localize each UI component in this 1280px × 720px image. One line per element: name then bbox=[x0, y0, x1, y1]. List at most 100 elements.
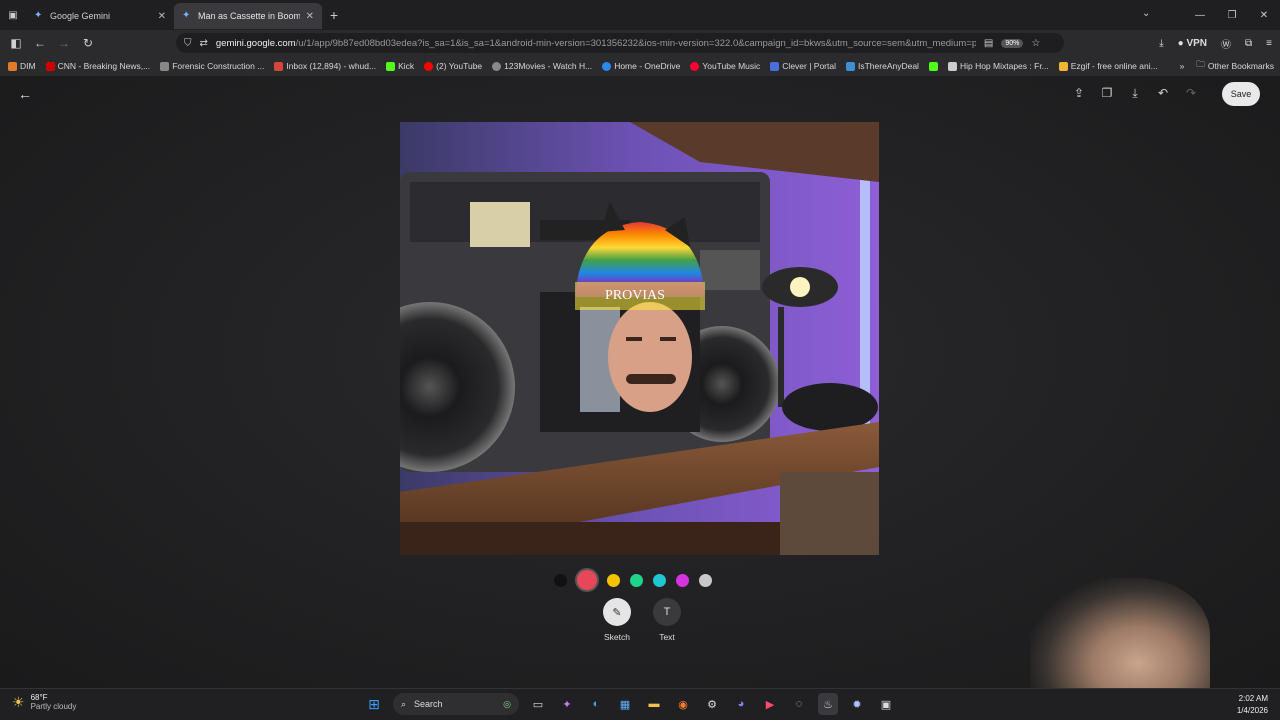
firefox-icon[interactable]: ◉ bbox=[673, 693, 693, 715]
file-explorer-icon[interactable]: ▬ bbox=[644, 693, 664, 715]
vpn-button[interactable]: ● VPN bbox=[1178, 38, 1207, 49]
new-tab-button[interactable]: + bbox=[322, 7, 346, 23]
color-swatch-cyan[interactable] bbox=[653, 573, 666, 587]
other-bookmarks[interactable]: 🗀 Other Bookmarks bbox=[1196, 59, 1274, 73]
sidebar-toggle-icon[interactable]: ◧ bbox=[4, 36, 28, 50]
bookmark-label: Home - OneDrive bbox=[614, 61, 681, 71]
steam-icon[interactable]: ♨ bbox=[818, 693, 838, 715]
store-icon[interactable]: ▦ bbox=[615, 693, 635, 715]
copy-icon[interactable]: ❐ bbox=[1100, 86, 1114, 101]
url-text[interactable]: gemini.google.com/u/1/app/9b87ed08bd03ed… bbox=[216, 38, 976, 49]
weather-widget[interactable]: ☀ 68°F Partly cloudy bbox=[12, 693, 76, 711]
bookmark-favicon-icon bbox=[1058, 61, 1068, 71]
bookmark-item[interactable]: 123Movies - Watch H... bbox=[492, 61, 592, 71]
bookmark-favicon-icon bbox=[928, 61, 938, 71]
wallet-icon[interactable]: Ⓦ bbox=[1221, 36, 1231, 51]
discord-icon[interactable]: ◕ bbox=[731, 693, 751, 715]
bookmark-item[interactable]: Clever | Portal bbox=[770, 61, 836, 71]
settings-gear-icon[interactable]: ⚙ bbox=[702, 693, 722, 715]
undo-icon[interactable]: ↶ bbox=[1156, 86, 1170, 101]
download-icon[interactable]: ⤓ bbox=[1128, 86, 1142, 101]
color-swatch-green[interactable] bbox=[630, 573, 643, 587]
color-palette bbox=[554, 570, 712, 590]
forward-icon[interactable]: → bbox=[52, 36, 76, 50]
bookmark-favicon-icon bbox=[846, 61, 855, 71]
gemini-favicon-icon: ✦ bbox=[182, 10, 191, 21]
color-swatch-yellow[interactable] bbox=[607, 573, 620, 587]
color-swatch-black[interactable] bbox=[554, 573, 567, 587]
zoom-badge[interactable]: 90% bbox=[1001, 38, 1024, 48]
bookmark-label: Ezgif - free online ani... bbox=[1070, 61, 1158, 71]
menu-icon[interactable]: ≡ bbox=[1266, 38, 1272, 49]
address-bar[interactable]: ⛉ ⇄ gemini.google.com/u/1/app/9b87ed08bd… bbox=[176, 33, 1064, 53]
media-player-icon[interactable]: ▶ bbox=[760, 693, 780, 715]
back-arrow-icon[interactable]: ← bbox=[18, 86, 32, 102]
site-settings-icon[interactable]: ⇄ bbox=[200, 38, 208, 49]
vpn-label: VPN bbox=[1186, 37, 1208, 49]
tab-man-as-cassette[interactable]: ✦ Man as Cassette in Boom Box ✕ bbox=[174, 3, 322, 29]
extensions-icon[interactable]: ⧉ bbox=[1245, 38, 1252, 49]
bookmark-item[interactable]: Home - OneDrive bbox=[602, 61, 680, 71]
bookmark-item[interactable] bbox=[928, 61, 938, 71]
close-tab-icon[interactable]: ✕ bbox=[158, 11, 166, 22]
bookmark-item[interactable]: Hip Hop Mixtapes : Fr... bbox=[947, 61, 1049, 71]
bookmark-item[interactable]: Inbox (12,894) - whud... bbox=[274, 61, 376, 71]
pencil-icon: ✎ bbox=[603, 598, 631, 626]
taskbar-search[interactable]: ⌕ Search ◎ bbox=[393, 693, 519, 715]
color-swatch-magenta[interactable] bbox=[676, 573, 689, 587]
close-tab-icon[interactable]: ✕ bbox=[306, 11, 314, 22]
bookmark-item[interactable]: DIM bbox=[8, 61, 36, 71]
tab-overflow-chevron-icon[interactable]: ⌄ bbox=[1142, 8, 1150, 19]
bookmark-item[interactable]: Ezgif - free online ani... bbox=[1058, 61, 1158, 71]
bookmark-item[interactable]: Forensic Construction ... bbox=[160, 61, 264, 71]
toolbar-right: ⤓ ● VPN Ⓦ ⧉ ≡ bbox=[1159, 30, 1272, 56]
reader-mode-icon[interactable]: ▤ bbox=[984, 38, 993, 49]
bookmark-label: Inbox (12,894) - whud... bbox=[286, 61, 377, 71]
taskbar-apps: ⊞ ⌕ Search ◎ ▭ ✦ ◐ ▦ ▬ ◉ ⚙ ◕ ▶ ◌ ♨ ✹ ▣ bbox=[364, 693, 896, 715]
bookmark-favicon-icon bbox=[274, 61, 284, 71]
windows-start-icon[interactable]: ⊞ bbox=[364, 693, 384, 715]
reload-icon[interactable]: ↻ bbox=[76, 36, 100, 50]
bookmarks-overflow-icon[interactable]: » bbox=[1180, 61, 1185, 71]
clock-time: 2:02 AM bbox=[1238, 694, 1268, 703]
shield-icon[interactable]: ⛉ bbox=[184, 38, 192, 49]
clock-date: 1/4/2026 bbox=[1236, 706, 1268, 715]
bookmark-label: CNN - Breaking News,... bbox=[57, 61, 151, 71]
bookmark-star-icon[interactable]: ☆ bbox=[1031, 38, 1040, 49]
task-view-icon[interactable]: ▭ bbox=[528, 693, 548, 715]
sketch-tool-button[interactable]: ✎ Sketch bbox=[600, 598, 634, 642]
bookmark-favicon-icon bbox=[424, 61, 434, 71]
save-button[interactable]: Save bbox=[1222, 82, 1260, 106]
bookmark-favicon-icon bbox=[602, 61, 612, 71]
bookmark-item[interactable]: IsThereAnyDeal bbox=[846, 61, 919, 71]
bookmark-item[interactable]: (2) YouTube bbox=[424, 61, 482, 71]
minimize-icon[interactable]: — bbox=[1184, 10, 1216, 21]
tab-list-button[interactable]: ▣ bbox=[0, 0, 26, 30]
system-clock[interactable]: 2:02 AM 1/4/2026 bbox=[1237, 693, 1268, 717]
app-icon[interactable]: ◌ bbox=[789, 693, 809, 715]
share-icon[interactable]: ⇪ bbox=[1072, 86, 1086, 101]
bookmark-item[interactable]: Kick bbox=[386, 61, 414, 71]
bookmark-favicon-icon bbox=[492, 61, 502, 71]
bookmark-label: DIM bbox=[20, 61, 36, 71]
back-icon[interactable]: ← bbox=[28, 36, 52, 50]
close-window-icon[interactable]: ✕ bbox=[1248, 10, 1280, 21]
bookmark-item[interactable]: YouTube Music bbox=[690, 61, 760, 71]
bookmark-item[interactable]: CNN - Breaking News,... bbox=[45, 61, 151, 71]
boombox-image-illustration: PROVIAS bbox=[400, 122, 879, 555]
redo-icon[interactable]: ↷ bbox=[1184, 86, 1198, 101]
tool-buttons: ✎ Sketch T Text bbox=[600, 598, 684, 642]
bookmark-label: Hip Hop Mixtapes : Fr... bbox=[959, 61, 1049, 71]
edge-icon[interactable]: ◐ bbox=[586, 693, 606, 715]
restore-icon[interactable]: ❐ bbox=[1216, 10, 1248, 21]
tab-google-gemini[interactable]: ✦ Google Gemini ✕ bbox=[26, 3, 174, 29]
color-swatch-gray[interactable] bbox=[699, 573, 712, 587]
generated-image[interactable]: PROVIAS bbox=[400, 122, 879, 555]
copilot-icon[interactable]: ✦ bbox=[557, 693, 577, 715]
downloads-icon[interactable]: ⤓ bbox=[1159, 38, 1163, 49]
text-tool-button[interactable]: T Text bbox=[650, 598, 684, 642]
color-swatch-red[interactable] bbox=[577, 570, 597, 590]
bookmark-favicon-icon bbox=[45, 61, 55, 71]
gear-app-icon[interactable]: ✹ bbox=[847, 693, 867, 715]
generic-app-icon[interactable]: ▣ bbox=[876, 693, 896, 715]
